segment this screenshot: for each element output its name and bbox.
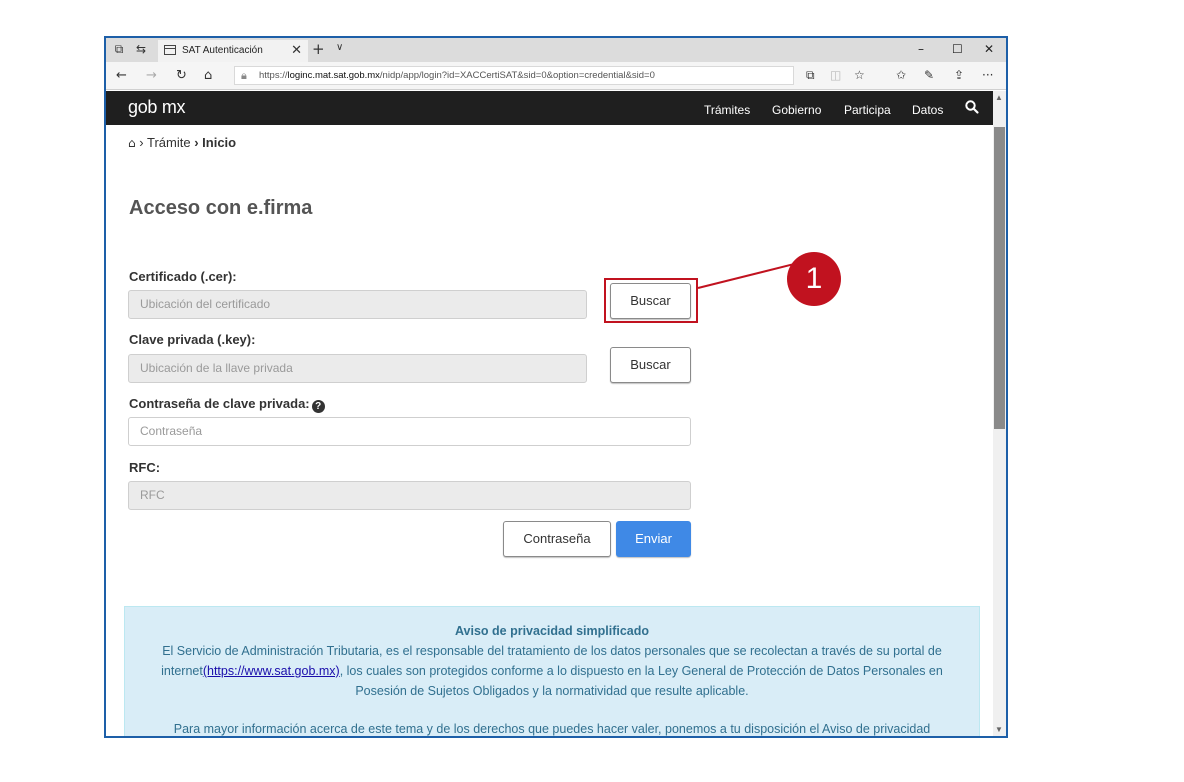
home-icon[interactable]: ⌂ <box>128 136 136 150</box>
lock-icon: 🔒︎ <box>241 69 247 82</box>
tab-bar: ⧉ ⇆ SAT Autenticación ✕ + ∨ – ☐ ✕ <box>106 38 1006 62</box>
page-title: Acceso con e.firma <box>129 197 313 219</box>
privacy-title: Aviso de privacidad simplificado <box>454 624 650 638</box>
reading-view-icon[interactable]: ⧉ <box>806 68 815 83</box>
nav-datos[interactable]: Datos <box>912 103 943 117</box>
url-text: https://loginc.mat.sat.gob.mx/nidp/app/l… <box>259 70 655 81</box>
cert-input[interactable]: Ubicación del certificado <box>128 290 587 319</box>
scrollbar[interactable]: ▲ ▼ <box>993 91 1006 736</box>
search-icon[interactable] <box>964 99 980 115</box>
breadcrumb-separator: › <box>139 135 144 150</box>
sat-link[interactable]: (https://www.sat.gob.mx) <box>203 664 340 678</box>
minimize-icon[interactable]: – <box>918 42 924 56</box>
breadcrumb-separator: › <box>194 135 199 150</box>
browser-window: ⧉ ⇆ SAT Autenticación ✕ + ∨ – ☐ ✕ ← → ↻ … <box>104 36 1008 738</box>
step-marker: 1 <box>787 252 841 306</box>
key-label: Clave privada (.key): <box>129 332 256 347</box>
breadcrumb: ⌂ › Trámite › Inicio <box>128 135 236 150</box>
tab-sat[interactable]: SAT Autenticación ✕ <box>158 40 308 62</box>
nav-gobierno[interactable]: Gobierno <box>772 103 821 117</box>
key-browse-button[interactable]: Buscar <box>610 347 691 383</box>
rfc-label: RFC: <box>129 460 161 475</box>
chevron-down-icon[interactable]: ∨ <box>336 42 343 53</box>
rfc-input[interactable]: RFC <box>128 481 691 510</box>
scroll-down-icon[interactable]: ▼ <box>995 725 1003 734</box>
share-icon[interactable]: ⇪ <box>954 68 964 82</box>
site-header: gob mx Trámites Gobierno Participa Datos <box>106 91 993 125</box>
url-field[interactable]: 🔒︎ https://loginc.mat.sat.gob.mx/nidp/ap… <box>234 66 794 85</box>
close-window-icon[interactable]: ✕ <box>984 42 994 56</box>
favorite-star-icon[interactable]: ☆ <box>854 68 865 82</box>
back-icon[interactable]: ← <box>116 68 127 83</box>
privacy-more: Para mayor información acerca de este te… <box>173 722 931 736</box>
scroll-thumb[interactable] <box>994 127 1005 429</box>
help-icon[interactable]: ? <box>311 400 325 413</box>
nav-participa[interactable]: Participa <box>844 103 891 117</box>
favorites-list-icon[interactable]: ✩ <box>896 68 906 82</box>
forward-icon[interactable]: → <box>146 68 157 83</box>
callout-highlight <box>604 278 698 323</box>
callout-line <box>697 261 800 289</box>
key-input[interactable]: Ubicación de la llave privada <box>128 354 587 383</box>
submit-button[interactable]: Enviar <box>616 521 691 557</box>
maximize-icon[interactable]: ☐ <box>952 42 963 56</box>
page-icon <box>164 45 176 55</box>
page-viewport: gob mx Trámites Gobierno Participa Datos… <box>106 91 993 736</box>
password-button[interactable]: Contraseña <box>503 521 611 557</box>
close-tab-icon[interactable]: ✕ <box>291 43 302 58</box>
tab-title: SAT Autenticación <box>182 45 263 56</box>
gob-logo[interactable]: gob mx <box>128 97 186 118</box>
book-icon[interactable]: ◫ <box>830 68 841 82</box>
scroll-up-icon[interactable]: ▲ <box>995 93 1003 102</box>
set-aside-tabs-icon[interactable]: ⇆ <box>134 42 148 56</box>
refresh-icon[interactable]: ↻ <box>176 68 187 83</box>
cert-label: Certificado (.cer): <box>129 269 237 284</box>
breadcrumb-inicio: Inicio <box>202 135 237 150</box>
privacy-body: El Servicio de Administración Tributaria… <box>161 644 943 698</box>
tab-actions-icon[interactable]: ⧉ <box>112 42 126 56</box>
password-input[interactable]: Contraseña <box>128 417 691 446</box>
more-icon[interactable]: ··· <box>982 68 993 82</box>
home-icon[interactable]: ⌂ <box>204 68 212 83</box>
pen-icon[interactable]: ✎ <box>924 68 934 82</box>
nav-tramites[interactable]: Trámites <box>704 103 750 117</box>
address-bar-row: ← → ↻ ⌂ 🔒︎ https://loginc.mat.sat.gob.mx… <box>106 62 1006 90</box>
privacy-notice: Aviso de privacidad simplificado El Serv… <box>124 606 980 736</box>
password-label: Contraseña de clave privada:? <box>129 396 325 413</box>
breadcrumb-tramite[interactable]: Trámite <box>147 135 191 150</box>
new-tab-icon[interactable]: + <box>312 40 325 58</box>
